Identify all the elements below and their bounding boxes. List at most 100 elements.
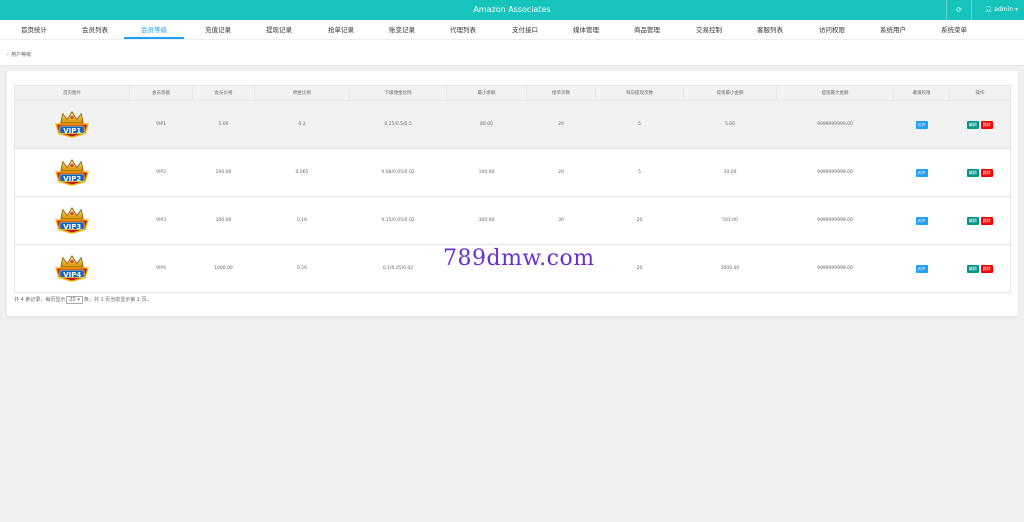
column-header: 最小余额 bbox=[446, 85, 527, 101]
cell-daily-withdraw: 5 bbox=[595, 100, 684, 149]
user-icon: 👤︎ bbox=[984, 6, 993, 13]
column-header: 邀请权限 bbox=[893, 85, 950, 101]
badge-label: VIP4 bbox=[63, 270, 82, 279]
nav-item[interactable]: 系统用户 bbox=[864, 20, 922, 40]
cell-price: 1000.00 bbox=[192, 244, 255, 293]
cell-price: 300.00 bbox=[192, 196, 255, 245]
invite-permission-badge[interactable]: 允许 bbox=[915, 216, 928, 225]
nav-item[interactable]: 代理列表 bbox=[434, 20, 492, 40]
badge-label: VIP1 bbox=[63, 126, 82, 135]
column-header: 操作 bbox=[949, 85, 1011, 101]
cell-withdraw-max: 9999999999.00 bbox=[776, 100, 894, 149]
invite-permission-badge[interactable]: 允许 bbox=[915, 168, 928, 177]
actions-cell: 编辑 删除 bbox=[949, 196, 1011, 245]
cell-withdraw-max: 9999999999.00 bbox=[776, 148, 894, 197]
table-row: VIP1 VIP1 5.00 0.2 0.25/0.5/0.5 80.00 20 5 5.00 9… bbox=[14, 100, 1011, 149]
pagination: 共 4 条记录，每页显示 20 ▾ 条，共 1 页当前显示第 1 页。 bbox=[14, 296, 152, 304]
cell-orders: 20 bbox=[526, 148, 596, 197]
pager-suffix: 条，共 1 页当前显示第 1 页。 bbox=[83, 297, 152, 303]
watermark: 789dmw.com bbox=[443, 246, 595, 271]
invite-cell: 允许 bbox=[893, 148, 950, 197]
nav-item[interactable]: 提现记录 bbox=[250, 20, 308, 40]
invite-cell: 允许 bbox=[893, 196, 950, 245]
column-header: 提现最大金额 bbox=[776, 85, 894, 101]
column-header: 每日提现次数 bbox=[595, 85, 684, 101]
cell-level: VIP1 bbox=[129, 100, 193, 149]
nav-item[interactable]: 充值记录 bbox=[189, 20, 247, 40]
invite-cell: 允许 bbox=[893, 100, 950, 149]
column-header: 佣金比例 bbox=[254, 85, 350, 101]
pager-prefix: 共 4 条记录，每页显示 bbox=[14, 297, 66, 303]
badge-cell: VIP3 bbox=[14, 196, 130, 245]
delete-button[interactable]: 删除 bbox=[980, 216, 993, 225]
badge-cell: VIP4 bbox=[14, 244, 130, 293]
nav-item[interactable]: 抢单记录 bbox=[312, 20, 370, 40]
nav-item[interactable]: 客服列表 bbox=[741, 20, 799, 40]
invite-permission-badge[interactable]: 允许 bbox=[915, 120, 928, 129]
badge-label: VIP3 bbox=[63, 222, 82, 231]
delete-button[interactable]: 删除 bbox=[980, 120, 993, 129]
nav-item[interactable]: 会员列表 bbox=[66, 20, 124, 40]
breadcrumb-label: 用户等级 bbox=[11, 52, 32, 58]
nav-item[interactable]: 访问权限 bbox=[803, 20, 861, 40]
nav-item[interactable]: 支付接口 bbox=[496, 20, 554, 40]
nav-item[interactable]: 媒体管理 bbox=[557, 20, 615, 40]
refresh-icon[interactable]: ⟳ bbox=[946, 0, 972, 20]
cell-withdraw-max: 9999999999.00 bbox=[776, 196, 894, 245]
column-header: 接单次数 bbox=[526, 85, 596, 101]
cell-commission: 0.2 bbox=[254, 100, 350, 149]
cell-commission: 0.065 bbox=[254, 148, 350, 197]
cell-daily-withdraw: 20 bbox=[595, 244, 684, 293]
cell-withdraw-min: 30.00 bbox=[683, 148, 777, 197]
column-header: 会员等级 bbox=[129, 85, 193, 101]
cell-sub-commission: 0.08/0.05/0.02 bbox=[349, 148, 447, 197]
table-row: VIP2 VIP2 200.00 0.065 0.08/0.05/0.02 100.00 2… bbox=[14, 148, 1011, 197]
edit-button[interactable]: 编辑 bbox=[966, 216, 979, 225]
cell-sub-commission: 0.15/0.05/0.02 bbox=[349, 196, 447, 245]
app-title: Amazon Associates bbox=[473, 5, 551, 14]
cell-commission: 0.18 bbox=[254, 196, 350, 245]
badge-cell: VIP2 bbox=[14, 148, 130, 197]
cell-orders: 20 bbox=[526, 100, 596, 149]
user-menu[interactable]: 👤︎ admin ▾ bbox=[985, 0, 1018, 20]
vip-badge-icon: VIP4 bbox=[53, 254, 91, 284]
actions-cell: 编辑 删除 bbox=[949, 100, 1011, 149]
vip-badge-icon: VIP2 bbox=[53, 158, 91, 188]
nav-item[interactable]: 系统菜单 bbox=[925, 20, 983, 40]
edit-button[interactable]: 编辑 bbox=[966, 120, 979, 129]
cell-orders: 30 bbox=[526, 196, 596, 245]
delete-button[interactable]: 删除 bbox=[980, 264, 993, 273]
nav-item[interactable]: 账变记录 bbox=[373, 20, 431, 40]
page-size-select[interactable]: 20 ▾ bbox=[66, 296, 83, 304]
user-name: admin bbox=[994, 6, 1014, 13]
column-header: 会员价格 bbox=[192, 85, 255, 101]
breadcrumb-bar: » 用户等级 bbox=[0, 40, 1024, 65]
cell-daily-withdraw: 5 bbox=[595, 148, 684, 197]
edit-button[interactable]: 编辑 bbox=[966, 168, 979, 177]
main-nav: 首页统计 会员列表 会员等级 充值记录 提现记录 抢单记录 账变记录 代理列表 支付接口 媒体管理… bbox=[0, 20, 1024, 40]
cell-sub-commission: 0.1/0.05/0.02 bbox=[349, 244, 447, 293]
actions-cell: 编辑 删除 bbox=[949, 148, 1011, 197]
column-header: 提现最小金额 bbox=[683, 85, 777, 101]
nav-item[interactable]: 商品管理 bbox=[618, 20, 676, 40]
table-row: VIP3 VIP3 300.00 0.18 0.15/0.05/0.02 300.00 30… bbox=[14, 196, 1011, 245]
cell-withdraw-min: 501.00 bbox=[683, 196, 777, 245]
nav-item[interactable]: 交易控制 bbox=[680, 20, 738, 40]
cell-withdraw-min: 5000.00 bbox=[683, 244, 777, 293]
table-header: 首页图片 会员等级 会员价格 佣金比例 下级佣金比例 最小余额 接单次数 每日提现次数 提现最小… bbox=[14, 85, 1011, 101]
cell-level: VIP4 bbox=[129, 244, 193, 293]
cell-price: 5.00 bbox=[192, 100, 255, 149]
edit-button[interactable]: 编辑 bbox=[966, 264, 979, 273]
invite-permission-badge[interactable]: 允许 bbox=[915, 264, 928, 273]
cell-withdraw-max: 9999999999.00 bbox=[776, 244, 894, 293]
nav-item[interactable]: 首页统计 bbox=[5, 20, 63, 40]
nav-item[interactable]: 会员等级 bbox=[124, 20, 184, 40]
top-bar: Amazon Associates ⟳ 👤︎ admin ▾ bbox=[0, 0, 1024, 20]
actions-cell: 编辑 删除 bbox=[949, 244, 1011, 293]
cell-sub-commission: 0.25/0.5/0.5 bbox=[349, 100, 447, 149]
cell-level: VIP3 bbox=[129, 196, 193, 245]
cell-level: VIP2 bbox=[129, 148, 193, 197]
vip-badge-icon: VIP3 bbox=[53, 206, 91, 236]
badge-label: VIP2 bbox=[63, 174, 82, 183]
delete-button[interactable]: 删除 bbox=[980, 168, 993, 177]
